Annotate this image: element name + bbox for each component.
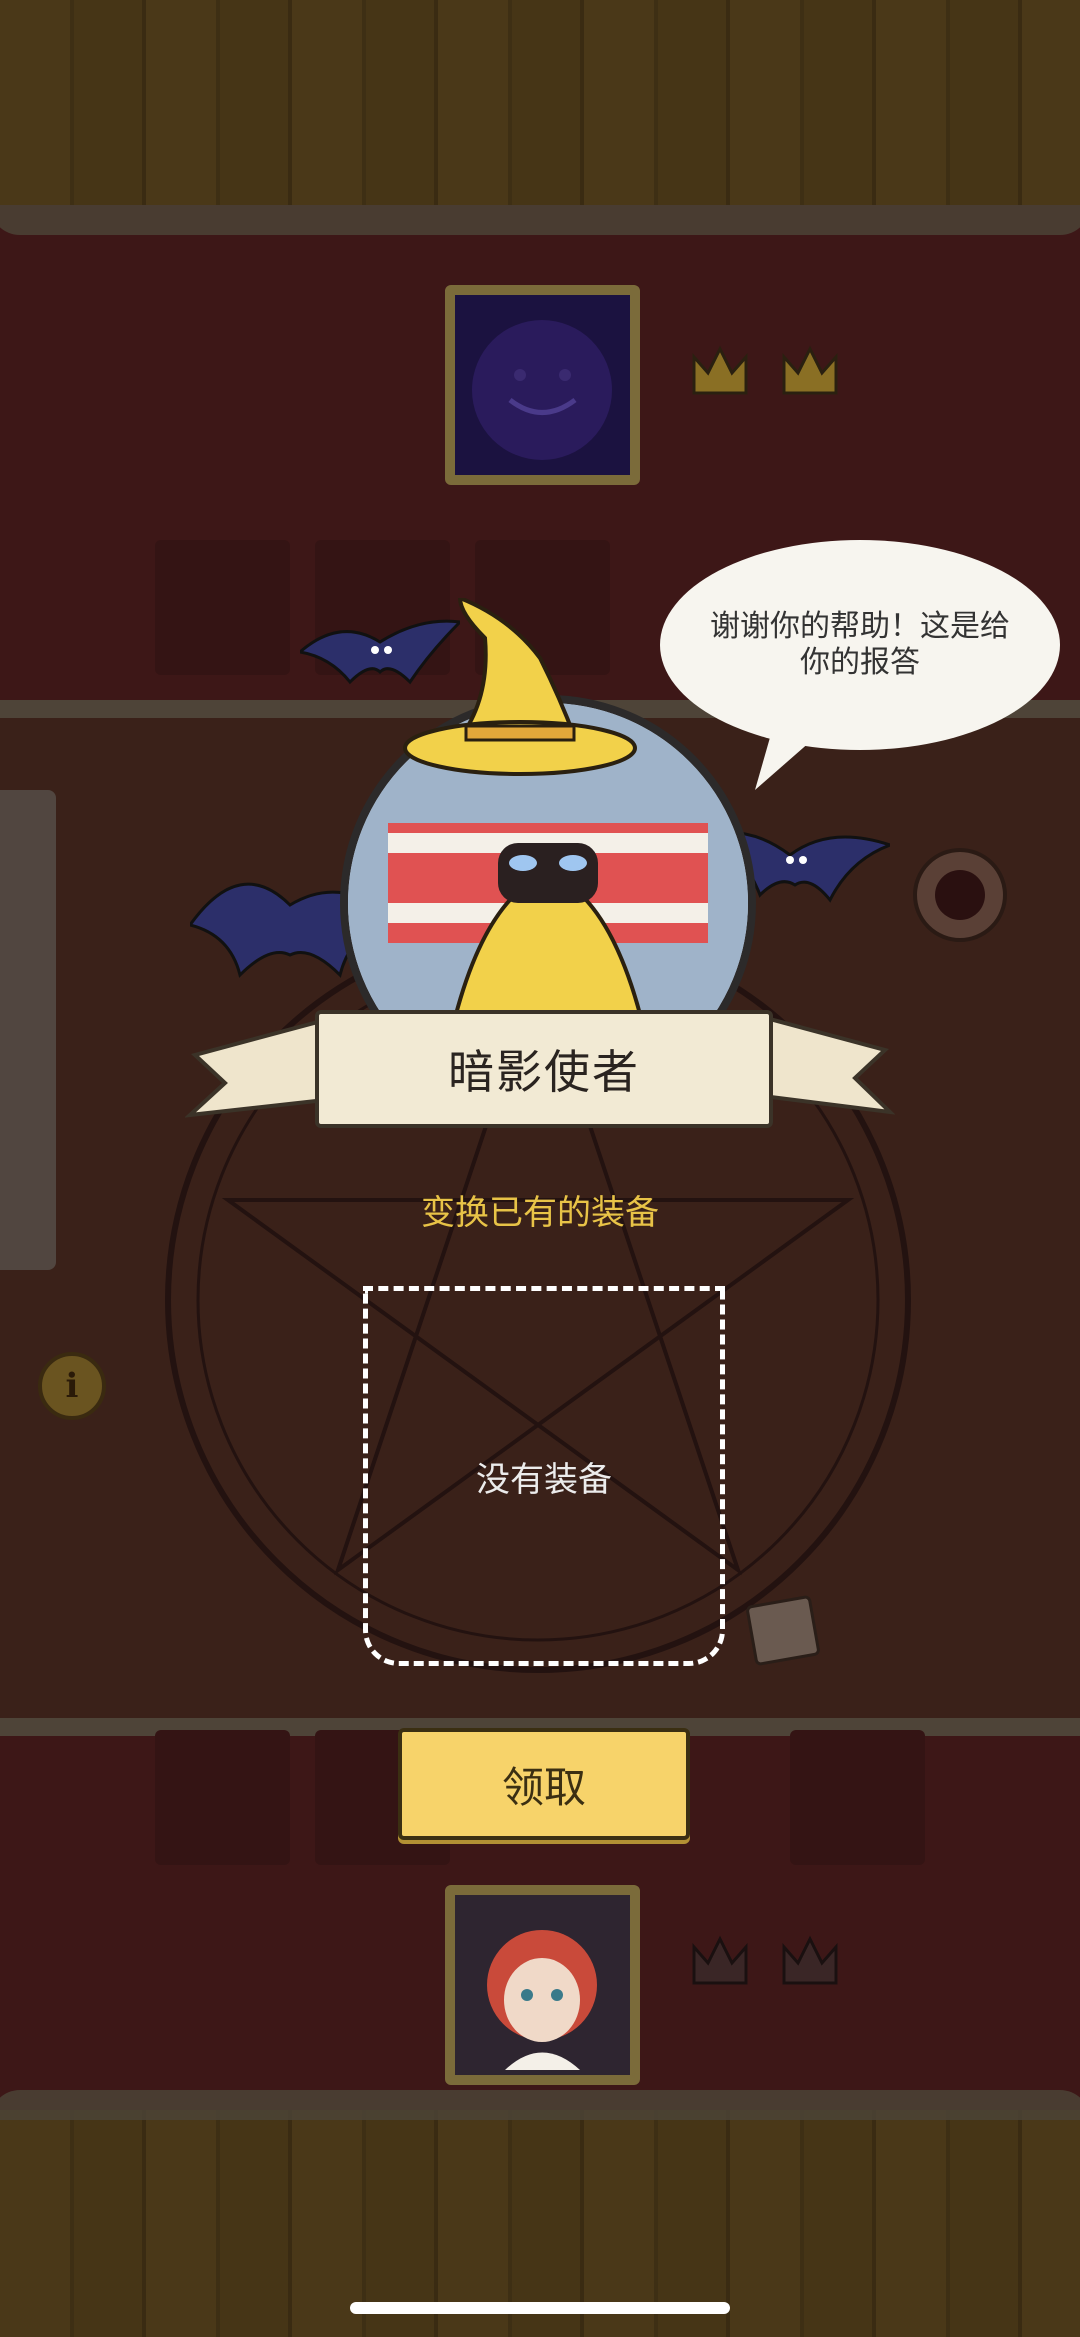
crown-icon (782, 1935, 838, 1985)
character-name-ribbon: 暗影使者 (315, 1010, 773, 1128)
crown-icon (692, 345, 748, 395)
dim-slot (155, 540, 290, 675)
speech-bubble: 谢谢你的帮助！这是给你的报答 (660, 540, 1060, 750)
character-name: 暗影使者 (448, 1045, 640, 1099)
ribbon-left-tail (185, 1017, 325, 1118)
dim-slot (155, 1730, 290, 1865)
crown-icon (782, 345, 838, 395)
wall-edge-top (0, 205, 1080, 235)
equipment-slot[interactable]: 没有装备 (363, 1286, 725, 1666)
witch-hat-icon (403, 598, 637, 776)
info-icon[interactable]: i (38, 1352, 106, 1420)
player-portrait (445, 1885, 640, 2085)
home-indicator[interactable] (350, 2302, 730, 2314)
transform-prompt: 变换已有的装备 (421, 1193, 659, 1233)
crown-icon (692, 1935, 748, 1985)
enemy-portrait (445, 285, 640, 485)
shadow-face-icon (455, 295, 630, 475)
claim-button-label: 领取 (501, 1762, 586, 1812)
claim-button[interactable]: 领取 (398, 1728, 690, 1840)
cauldron-icon (913, 848, 1007, 942)
wall-edge-bottom (0, 2090, 1080, 2120)
no-equipment-label: 没有装备 (476, 1459, 612, 1500)
hero-face-icon (455, 1895, 630, 2075)
dim-slot (790, 1730, 925, 1865)
speech-text: 谢谢你的帮助！这是给你的报答 (710, 609, 1010, 680)
wood-plank-ceiling (0, 0, 1080, 225)
ribbon-right-tail (755, 1012, 895, 1115)
crate-icon (745, 1594, 821, 1667)
